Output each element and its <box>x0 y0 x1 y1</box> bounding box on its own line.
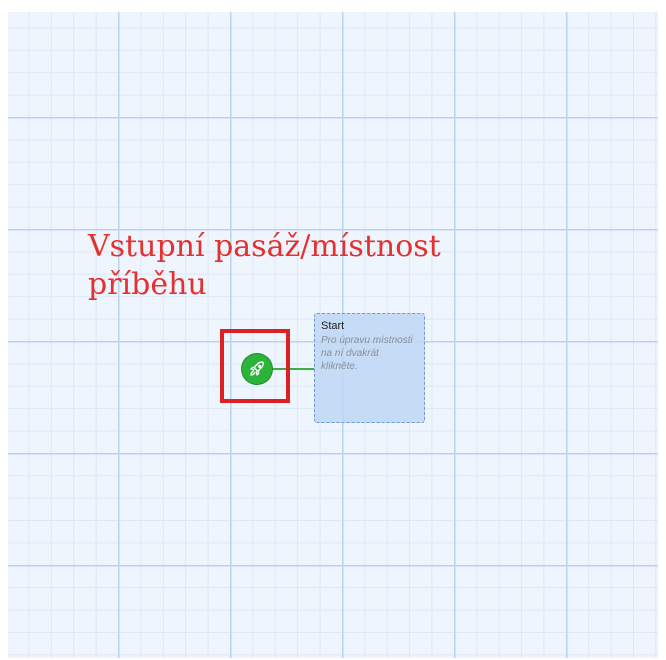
rocket-icon <box>248 360 266 378</box>
room-title: Start <box>321 320 345 332</box>
room-card-start[interactable]: Start Pro úpravu místnosti na ní dvakrát… <box>314 313 425 423</box>
annotation-label: Vstupní pasáž/místnost příběhu <box>88 229 441 302</box>
story-map-canvas[interactable]: Vstupní pasáž/místnost příběhu Start Pro… <box>8 12 658 658</box>
room-description: Pro úpravu místnosti na ní dvakrát klikn… <box>321 335 413 372</box>
story-start-node[interactable] <box>242 354 272 384</box>
